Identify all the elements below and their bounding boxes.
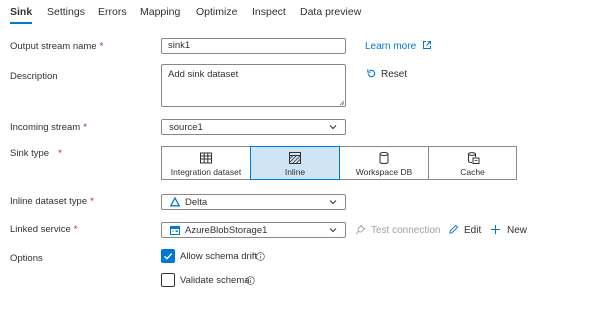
linked-service-text: Linked service xyxy=(10,224,71,235)
tab-inspect[interactable]: Inspect xyxy=(252,6,286,18)
reset-label: Reset xyxy=(381,69,408,80)
sink-type-workspace-db[interactable]: Workspace DB xyxy=(339,146,429,180)
output-stream-name-input[interactable]: sink1 xyxy=(161,38,346,54)
allow-schema-drift-label: Allow schema drift xyxy=(180,251,258,262)
sink-type-integration-dataset[interactable]: Integration dataset xyxy=(161,146,251,180)
test-connection-label: Test connection xyxy=(371,225,441,236)
linked-service-dropdown[interactable]: AzureBlobStorage1 xyxy=(161,222,346,238)
hatched-table-icon xyxy=(289,152,301,164)
inline-dataset-type-text: Inline dataset type xyxy=(10,196,88,207)
tab-bar: Sink Settings Errors Mapping Optimize In… xyxy=(0,0,595,26)
table-icon xyxy=(200,152,212,164)
blob-storage-icon xyxy=(170,226,180,235)
learn-more-link[interactable]: Learn more xyxy=(365,40,432,52)
integration-dataset-label: Integration dataset xyxy=(170,167,242,177)
pencil-icon xyxy=(449,224,459,234)
info-icon[interactable] xyxy=(246,276,255,285)
reset-button[interactable]: Reset xyxy=(366,68,407,80)
validate-schema-label: Validate schema xyxy=(180,275,250,286)
linked-service-value: AzureBlobStorage1 xyxy=(185,225,268,236)
new-button[interactable]: New xyxy=(490,224,527,236)
linked-service-label: Linked service * xyxy=(10,224,77,235)
delta-icon xyxy=(170,197,180,207)
sink-type-label: Sink type * xyxy=(10,148,62,159)
required-marker: * xyxy=(58,148,62,159)
required-marker: * xyxy=(99,41,104,52)
reset-icon xyxy=(367,69,376,78)
external-link-icon xyxy=(422,41,431,49)
tab-sink[interactable]: Sink xyxy=(10,6,32,18)
inline-label: Inline xyxy=(284,167,306,177)
sink-type-cache[interactable]: Cache xyxy=(428,146,517,180)
description-textarea[interactable]: Add sink dataset xyxy=(161,64,346,107)
output-stream-name-text: Output stream name xyxy=(10,41,97,52)
test-connection-button[interactable]: Test connection xyxy=(355,224,441,236)
chevron-down-icon xyxy=(329,125,337,130)
workspace-db-label: Workspace DB xyxy=(355,167,413,177)
cache-icon xyxy=(467,152,479,164)
chevron-down-icon xyxy=(329,200,337,205)
output-stream-name-label: Output stream name * xyxy=(10,41,103,52)
new-label: New xyxy=(507,225,528,236)
inline-dataset-type-dropdown[interactable]: Delta xyxy=(161,194,346,210)
required-marker: * xyxy=(83,122,87,133)
plus-icon xyxy=(490,224,501,235)
allow-schema-drift-checkbox[interactable] xyxy=(161,249,175,263)
learn-more-text: Learn more xyxy=(365,41,417,52)
tab-errors[interactable]: Errors xyxy=(98,6,127,18)
tab-optimize[interactable]: Optimize xyxy=(196,6,237,18)
tab-settings[interactable]: Settings xyxy=(47,6,85,18)
database-icon xyxy=(379,151,389,165)
chevron-down-icon xyxy=(329,228,337,233)
incoming-stream-text: Incoming stream xyxy=(10,122,81,133)
cache-label: Cache xyxy=(460,167,485,177)
incoming-stream-dropdown[interactable]: source1 xyxy=(161,119,346,135)
sink-type-inline[interactable]: Inline xyxy=(250,146,340,180)
incoming-stream-value: source1 xyxy=(169,122,203,133)
required-marker: * xyxy=(90,196,94,207)
active-tab-indicator xyxy=(10,22,32,24)
description-label: Description xyxy=(10,71,58,82)
sink-type-text: Sink type xyxy=(10,148,50,159)
resize-grip-icon[interactable] xyxy=(339,100,344,105)
tab-mapping[interactable]: Mapping xyxy=(140,6,180,18)
checkmark-icon xyxy=(164,253,173,260)
inline-dataset-type-label: Inline dataset type * xyxy=(10,196,94,207)
edit-label: Edit xyxy=(464,225,482,236)
tab-data-preview[interactable]: Data preview xyxy=(300,6,361,18)
inline-dataset-type-value: Delta xyxy=(185,197,208,208)
options-label: Options xyxy=(10,253,43,264)
plug-icon xyxy=(355,224,366,235)
validate-schema-checkbox[interactable] xyxy=(161,273,175,287)
info-icon[interactable] xyxy=(256,252,265,261)
edit-button[interactable]: Edit xyxy=(448,224,481,236)
required-marker: * xyxy=(73,224,78,235)
incoming-stream-label: Incoming stream * xyxy=(10,122,87,133)
description-value: Add sink dataset xyxy=(168,69,239,80)
